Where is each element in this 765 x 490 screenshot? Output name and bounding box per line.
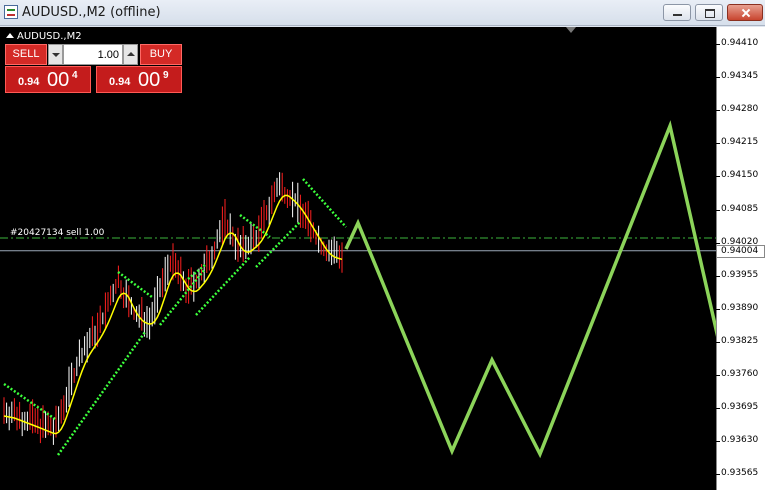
price-tick-mark	[716, 375, 720, 376]
close-button[interactable]	[727, 4, 763, 21]
price-tick-mark	[716, 77, 720, 79]
volume-input[interactable]	[63, 44, 123, 65]
buy-button[interactable]: BUY	[140, 44, 182, 65]
price-tick-label: 0.94410	[721, 38, 759, 48]
buy-price-big: 00	[138, 69, 161, 91]
price-tick-mark	[716, 408, 720, 410]
buy-price-prefix: 0.94	[109, 76, 131, 88]
chart-area[interactable]: AUDUSD.,M2 #20427134 sell 1.00 SELL BUY …	[0, 27, 765, 490]
forecast-zigzag-line	[344, 120, 754, 489]
price-tick-label: 0.93630	[721, 435, 759, 446]
price-tick-mark	[716, 242, 720, 244]
sell-price-prefix: 0.94	[18, 76, 40, 88]
price-chart[interactable]	[0, 27, 765, 490]
window-title: AUDUSD.,M2 (offline)	[22, 5, 161, 20]
chart-shift-marker-icon[interactable]	[566, 27, 576, 33]
price-tick-label: 0.93695	[721, 402, 759, 413]
price-tick-mark	[716, 143, 720, 145]
price-tick-label: 0.93825	[721, 335, 759, 346]
one-click-trading-panel: SELL BUY 0.94 00 4 0.94 00 9	[5, 44, 182, 93]
price-tick-mark	[716, 209, 720, 211]
price-tick-mark	[716, 341, 720, 343]
price-tick-label: 0.94215	[721, 137, 759, 148]
price-tick-label: 0.93890	[721, 302, 759, 313]
price-tick-label: 0.94280	[721, 104, 759, 115]
volume-increase-button[interactable]	[123, 44, 138, 65]
price-tick-label: 0.93760	[721, 369, 759, 379]
price-axis[interactable]	[716, 27, 765, 490]
price-tick-mark	[716, 474, 720, 476]
collapse-triangle-icon[interactable]	[6, 33, 14, 38]
price-tick-mark	[716, 44, 720, 45]
sell-price-button[interactable]: 0.94 00 4	[5, 66, 91, 93]
channel-dots	[56, 331, 147, 456]
price-tick-mark	[716, 176, 720, 178]
price-tick-label: 0.93565	[721, 468, 759, 479]
current-price-label: 0.94004	[716, 244, 765, 258]
symbol-text: AUDUSD.,M2	[17, 31, 82, 42]
sell-button[interactable]: SELL	[5, 44, 47, 65]
channel-dots	[302, 178, 347, 228]
price-tick-mark	[716, 110, 720, 112]
price-tick-label: 0.93955	[721, 269, 759, 280]
minimize-button[interactable]	[663, 4, 691, 21]
order-line-label: #20427134 sell 1.00	[10, 228, 105, 238]
buy-price-button[interactable]: 0.94 00 9	[96, 66, 182, 93]
maximize-button[interactable]	[695, 4, 723, 21]
chart-window-icon	[4, 5, 18, 19]
sell-price-sup: 4	[72, 70, 78, 81]
volume-decrease-button[interactable]	[48, 44, 63, 65]
buy-price-sup: 9	[163, 70, 169, 81]
chart-symbol-label: AUDUSD.,M2	[6, 31, 82, 42]
price-tick-label: 0.94345	[721, 71, 759, 82]
price-tick-mark	[716, 441, 720, 443]
window-title-bar: AUDUSD.,M2 (offline)	[0, 0, 765, 26]
sell-price-big: 00	[47, 69, 70, 91]
price-tick-label: 0.94085	[721, 203, 759, 214]
price-tick-label: 0.94150	[721, 170, 759, 181]
price-tick-mark	[716, 275, 720, 277]
price-tick-mark	[716, 308, 720, 310]
channel-dots	[255, 221, 301, 268]
